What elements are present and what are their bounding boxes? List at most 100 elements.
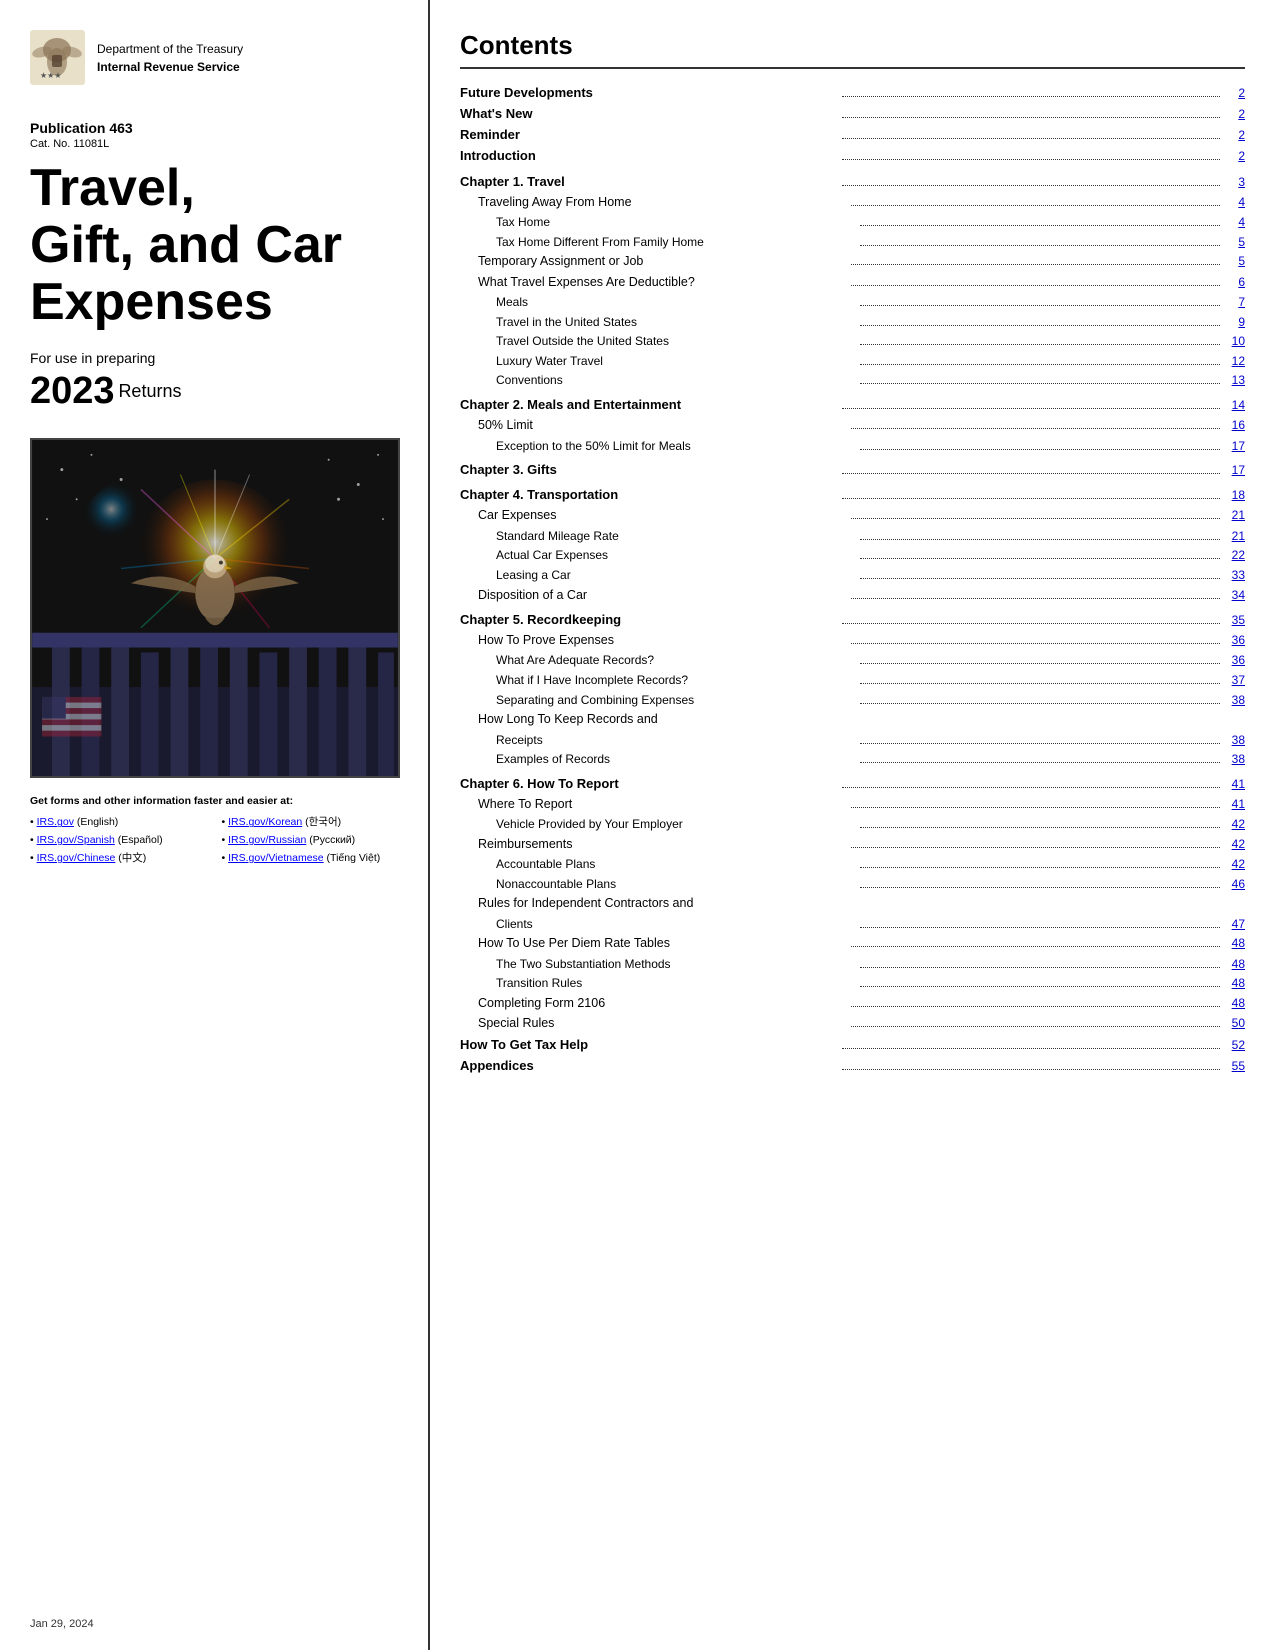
toc-entry[interactable]: Actual Car Expenses22 [460,546,1245,565]
toc-entry[interactable]: What's New2 [460,104,1245,124]
toc-entry[interactable]: Receipts38 [460,731,1245,750]
toc-page[interactable]: 41 [1223,795,1245,814]
toc-entry[interactable]: Chapter 5. Recordkeeping35 [460,606,1245,630]
toc-entry[interactable]: Temporary Assignment or Job5 [460,252,1245,271]
website-link-1[interactable]: • IRS.gov (English) [30,814,212,832]
toc-entry[interactable]: Car Expenses21 [460,506,1245,525]
toc-entry[interactable]: Travel Outside the United States10 [460,332,1245,351]
toc-page[interactable]: 21 [1223,527,1245,546]
toc-entry[interactable]: What if I Have Incomplete Records?37 [460,671,1245,690]
toc-entry[interactable]: How Long To Keep Records and [460,710,1245,729]
toc-page[interactable]: 3 [1223,173,1245,192]
toc-entry[interactable]: Rules for Independent Contractors and [460,894,1245,913]
toc-page[interactable]: 17 [1223,461,1245,480]
toc-page[interactable]: 9 [1223,313,1245,332]
toc-page[interactable]: 7 [1223,293,1245,312]
toc-page[interactable]: 10 [1223,332,1245,351]
toc-page[interactable]: 21 [1223,506,1245,525]
toc-entry[interactable]: Travel in the United States9 [460,313,1245,332]
toc-page[interactable]: 34 [1223,586,1245,605]
website-link-2[interactable]: • IRS.gov/Korean (한국어) [222,814,404,832]
toc-page[interactable]: 38 [1223,750,1245,769]
toc-page[interactable]: 2 [1223,126,1245,145]
toc-page[interactable]: 36 [1223,651,1245,670]
toc-entry[interactable]: Tax Home Different From Family Home5 [460,233,1245,252]
toc-entry[interactable]: Separating and Combining Expenses38 [460,691,1245,710]
website-link-3[interactable]: • IRS.gov/Spanish (Español) [30,832,212,850]
toc-entry[interactable]: Transition Rules48 [460,974,1245,993]
toc-page[interactable]: 17 [1223,437,1245,456]
toc-entry[interactable]: What Are Adequate Records?36 [460,651,1245,670]
toc-page[interactable]: 13 [1223,371,1245,390]
toc-page[interactable]: 5 [1223,233,1245,252]
website-link-5[interactable]: • IRS.gov/Chinese (中文) [30,850,212,868]
toc-page[interactable]: 48 [1223,934,1245,953]
toc-page[interactable]: 5 [1223,252,1245,271]
toc-entry[interactable]: The Two Substantiation Methods48 [460,955,1245,974]
toc-page[interactable]: 35 [1223,611,1245,630]
toc-entry[interactable]: Special Rules50 [460,1014,1245,1033]
toc-entry[interactable]: Reminder2 [460,125,1245,145]
toc-page[interactable]: 2 [1223,84,1245,103]
toc-entry[interactable]: How To Get Tax Help52 [460,1035,1245,1055]
toc-page[interactable]: 12 [1223,352,1245,371]
toc-entry[interactable]: Standard Mileage Rate21 [460,527,1245,546]
toc-page[interactable]: 4 [1223,213,1245,232]
toc-entry[interactable]: Clients47 [460,915,1245,934]
toc-entry[interactable]: Chapter 6. How To Report41 [460,770,1245,794]
toc-entry[interactable]: Chapter 2. Meals and Entertainment14 [460,391,1245,415]
toc-page[interactable]: 47 [1223,915,1245,934]
toc-page[interactable]: 46 [1223,875,1245,894]
toc-entry[interactable]: Leasing a Car33 [460,566,1245,585]
toc-entry[interactable]: Vehicle Provided by Your Employer42 [460,815,1245,834]
toc-entry[interactable]: Nonaccountable Plans46 [460,875,1245,894]
toc-page[interactable]: 2 [1223,105,1245,124]
toc-page[interactable]: 2 [1223,147,1245,166]
website-link-4[interactable]: • IRS.gov/Russian (Русский) [222,832,404,850]
toc-page[interactable]: 14 [1223,396,1245,415]
toc-entry[interactable]: Chapter 4. Transportation18 [460,481,1245,505]
toc-entry[interactable]: Accountable Plans42 [460,855,1245,874]
toc-page[interactable]: 48 [1223,955,1245,974]
toc-page[interactable]: 41 [1223,775,1245,794]
toc-entry[interactable]: How To Use Per Diem Rate Tables48 [460,934,1245,953]
toc-page[interactable]: 55 [1223,1057,1245,1076]
toc-page[interactable]: 18 [1223,486,1245,505]
toc-entry[interactable]: Future Developments2 [460,83,1245,103]
toc-page[interactable]: 42 [1223,855,1245,874]
toc-page[interactable]: 16 [1223,416,1245,435]
toc-entry[interactable]: Introduction2 [460,146,1245,166]
toc-page[interactable]: 42 [1223,835,1245,854]
toc-entry[interactable]: 50% Limit16 [460,416,1245,435]
toc-entry[interactable]: Disposition of a Car34 [460,586,1245,605]
toc-page[interactable]: 48 [1223,994,1245,1013]
toc-entry[interactable]: Tax Home4 [460,213,1245,232]
website-link-6[interactable]: • IRS.gov/Vietnamese (Tiếng Việt) [222,850,404,868]
toc-page[interactable]: 33 [1223,566,1245,585]
toc-page[interactable]: 38 [1223,731,1245,750]
toc-entry[interactable]: Conventions13 [460,371,1245,390]
toc-entry[interactable]: Chapter 1. Travel3 [460,168,1245,192]
toc-entry[interactable]: Where To Report41 [460,795,1245,814]
toc-entry[interactable]: Luxury Water Travel12 [460,352,1245,371]
toc-entry[interactable]: What Travel Expenses Are Deductible?6 [460,273,1245,292]
toc-page[interactable]: 6 [1223,273,1245,292]
toc-page[interactable]: 38 [1223,691,1245,710]
toc-page[interactable]: 48 [1223,974,1245,993]
toc-entry[interactable]: Meals7 [460,293,1245,312]
toc-page[interactable]: 4 [1223,193,1245,212]
toc-entry[interactable]: Chapter 3. Gifts17 [460,456,1245,480]
toc-page[interactable]: 22 [1223,546,1245,565]
toc-page[interactable]: 36 [1223,631,1245,650]
toc-entry[interactable]: Reimbursements42 [460,835,1245,854]
toc-entry[interactable]: Examples of Records38 [460,750,1245,769]
toc-entry[interactable]: How To Prove Expenses36 [460,631,1245,650]
toc-entry[interactable]: Traveling Away From Home4 [460,193,1245,212]
toc-entry[interactable]: Appendices55 [460,1056,1245,1076]
toc-entry[interactable]: Completing Form 210648 [460,994,1245,1013]
toc-page[interactable]: 42 [1223,815,1245,834]
toc-page[interactable]: 37 [1223,671,1245,690]
toc-page[interactable]: 50 [1223,1014,1245,1033]
toc-entry[interactable]: Exception to the 50% Limit for Meals17 [460,437,1245,456]
toc-page[interactable]: 52 [1223,1036,1245,1055]
